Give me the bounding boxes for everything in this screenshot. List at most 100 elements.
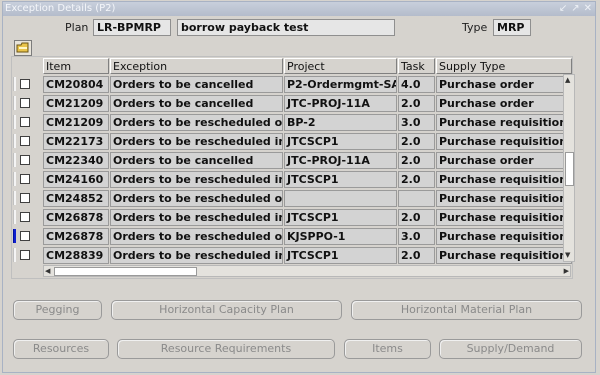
row-selection-indicator[interactable]: [13, 77, 16, 91]
cell-exception[interactable]: Orders to be cancelled: [110, 152, 283, 169]
cell-supply-type[interactable]: Purchase order: [436, 76, 572, 93]
vertical-scroll-thumb[interactable]: [565, 152, 574, 186]
horizontal-capacity-plan-button[interactable]: Horizontal Capacity Plan: [111, 300, 342, 320]
scroll-left-icon[interactable]: ◀: [45, 267, 50, 276]
cell-project[interactable]: KJSPPO-1: [284, 228, 397, 245]
cell-exception[interactable]: Orders to be rescheduled out: [110, 228, 283, 245]
scroll-right-icon[interactable]: ▶: [564, 267, 569, 276]
cell-exception[interactable]: Orders to be rescheduled out: [110, 190, 283, 207]
cell-supply-type[interactable]: Purchase requisition: [436, 114, 572, 131]
table-row[interactable]: CM28839 Orders to be rescheduled in JTCSCP…: [12, 246, 572, 265]
minimize-icon[interactable]: ↙: [559, 2, 567, 16]
cell-task[interactable]: [398, 190, 435, 207]
row-checkbox[interactable]: [20, 98, 30, 108]
find-button[interactable]: [14, 40, 32, 56]
column-header-project[interactable]: Project: [284, 58, 397, 74]
row-checkbox[interactable]: [20, 155, 30, 165]
row-selection-indicator[interactable]: [13, 229, 16, 243]
cell-project[interactable]: JTCSCP1: [284, 247, 397, 264]
row-selection-indicator[interactable]: [13, 210, 16, 224]
resource-requirements-button[interactable]: Resource Requirements: [117, 339, 335, 359]
row-selection-indicator[interactable]: [13, 153, 16, 167]
horizontal-material-plan-button[interactable]: Horizontal Material Plan: [351, 300, 582, 320]
cell-task[interactable]: 2.0: [398, 247, 435, 264]
cell-item[interactable]: CM20804: [43, 76, 109, 93]
cell-exception[interactable]: Orders to be rescheduled in: [110, 209, 283, 226]
cell-project[interactable]: [284, 190, 397, 207]
cell-project[interactable]: JTC-PROJ-11A: [284, 152, 397, 169]
cell-task[interactable]: 2.0: [398, 95, 435, 112]
scroll-up-icon[interactable]: ▲: [565, 76, 570, 85]
row-selection-indicator[interactable]: [13, 115, 16, 129]
cell-task[interactable]: 2.0: [398, 209, 435, 226]
cell-project[interactable]: P2-Ordermgmt-SAN: [284, 76, 397, 93]
cell-project[interactable]: JTCSCP1: [284, 209, 397, 226]
cell-project[interactable]: BP-2: [284, 114, 397, 131]
row-checkbox[interactable]: [20, 174, 30, 184]
table-row[interactable]: CM21209 Orders to be cancelled JTC-PROJ-11…: [12, 94, 572, 113]
maximize-icon[interactable]: ↗: [571, 2, 579, 16]
supply-demand-button[interactable]: Supply/Demand: [439, 339, 582, 359]
row-selection-indicator[interactable]: [13, 191, 16, 205]
row-checkbox[interactable]: [20, 193, 30, 203]
column-header-task[interactable]: Task: [398, 58, 435, 74]
row-checkbox[interactable]: [20, 136, 30, 146]
row-selection-indicator[interactable]: [13, 248, 16, 262]
cell-supply-type[interactable]: Purchase requisition: [436, 209, 572, 226]
row-checkbox[interactable]: [20, 117, 30, 127]
horizontal-scrollbar[interactable]: ◀ ▶: [43, 265, 571, 277]
cell-task[interactable]: 2.0: [398, 171, 435, 188]
cell-supply-type[interactable]: Purchase order: [436, 95, 572, 112]
cell-supply-type[interactable]: Purchase requisition: [436, 247, 572, 264]
table-row[interactable]: CM22340 Orders to be cancelled JTC-PROJ-11…: [12, 151, 572, 170]
column-header-exception[interactable]: Exception: [110, 58, 283, 74]
row-checkbox[interactable]: [20, 250, 30, 260]
cell-task[interactable]: 2.0: [398, 133, 435, 150]
cell-item[interactable]: CM28839: [43, 247, 109, 264]
table-row[interactable]: CM26878 Orders to be rescheduled out KJSPP…: [12, 227, 572, 246]
column-header-item[interactable]: Item: [43, 58, 109, 74]
vertical-scrollbar[interactable]: ▲ ▼: [563, 74, 575, 262]
row-checkbox[interactable]: [20, 79, 30, 89]
table-row[interactable]: CM22173 Orders to be rescheduled in JTCSCP…: [12, 132, 572, 151]
cell-item[interactable]: CM24160: [43, 171, 109, 188]
row-checkbox[interactable]: [20, 231, 30, 241]
cell-exception[interactable]: Orders to be rescheduled in: [110, 133, 283, 150]
cell-project[interactable]: JTCSCP1: [284, 171, 397, 188]
cell-supply-type[interactable]: Purchase requisition: [436, 133, 572, 150]
table-row[interactable]: CM21209 Orders to be rescheduled out BP-2 3…: [12, 113, 572, 132]
cell-exception[interactable]: Orders to be cancelled: [110, 76, 283, 93]
cell-exception[interactable]: Orders to be rescheduled in: [110, 171, 283, 188]
row-checkbox[interactable]: [20, 212, 30, 222]
scroll-down-icon[interactable]: ▼: [565, 251, 570, 260]
cell-exception[interactable]: Orders to be rescheduled out: [110, 114, 283, 131]
column-header-supply-type[interactable]: Supply Type: [436, 58, 572, 74]
cell-project[interactable]: JTCSCP1: [284, 133, 397, 150]
cell-task[interactable]: 2.0: [398, 152, 435, 169]
table-row[interactable]: CM26878 Orders to be rescheduled in JTCSCP…: [12, 208, 572, 227]
cell-item[interactable]: CM24852: [43, 190, 109, 207]
items-button[interactable]: Items: [344, 339, 431, 359]
cell-item[interactable]: CM21209: [43, 95, 109, 112]
cell-item[interactable]: CM22173: [43, 133, 109, 150]
resources-button[interactable]: Resources: [13, 339, 109, 359]
plan-field[interactable]: LR-BPMRP: [93, 19, 171, 36]
cell-supply-type[interactable]: Purchase order: [436, 152, 572, 169]
type-field[interactable]: MRP: [493, 19, 531, 36]
cell-item[interactable]: CM21209: [43, 114, 109, 131]
row-selection-indicator[interactable]: [13, 96, 16, 110]
row-selection-indicator[interactable]: [13, 134, 16, 148]
cell-supply-type[interactable]: Purchase requisition: [436, 228, 572, 245]
row-selection-indicator[interactable]: [13, 172, 16, 186]
cell-item[interactable]: CM22340: [43, 152, 109, 169]
pegging-button[interactable]: Pegging: [13, 300, 102, 320]
table-row[interactable]: CM20804 Orders to be cancelled P2-Ordermgm…: [12, 75, 572, 94]
plan-description-field[interactable]: borrow payback test: [177, 19, 395, 36]
cell-task[interactable]: 3.0: [398, 114, 435, 131]
cell-item[interactable]: CM26878: [43, 209, 109, 226]
cell-exception[interactable]: Orders to be rescheduled in: [110, 247, 283, 264]
cell-supply-type[interactable]: Purchase requisition: [436, 190, 572, 207]
cell-task[interactable]: 4.0: [398, 76, 435, 93]
table-row[interactable]: CM24852 Orders to be rescheduled out Purch…: [12, 189, 572, 208]
close-icon[interactable]: ✕: [584, 2, 592, 16]
